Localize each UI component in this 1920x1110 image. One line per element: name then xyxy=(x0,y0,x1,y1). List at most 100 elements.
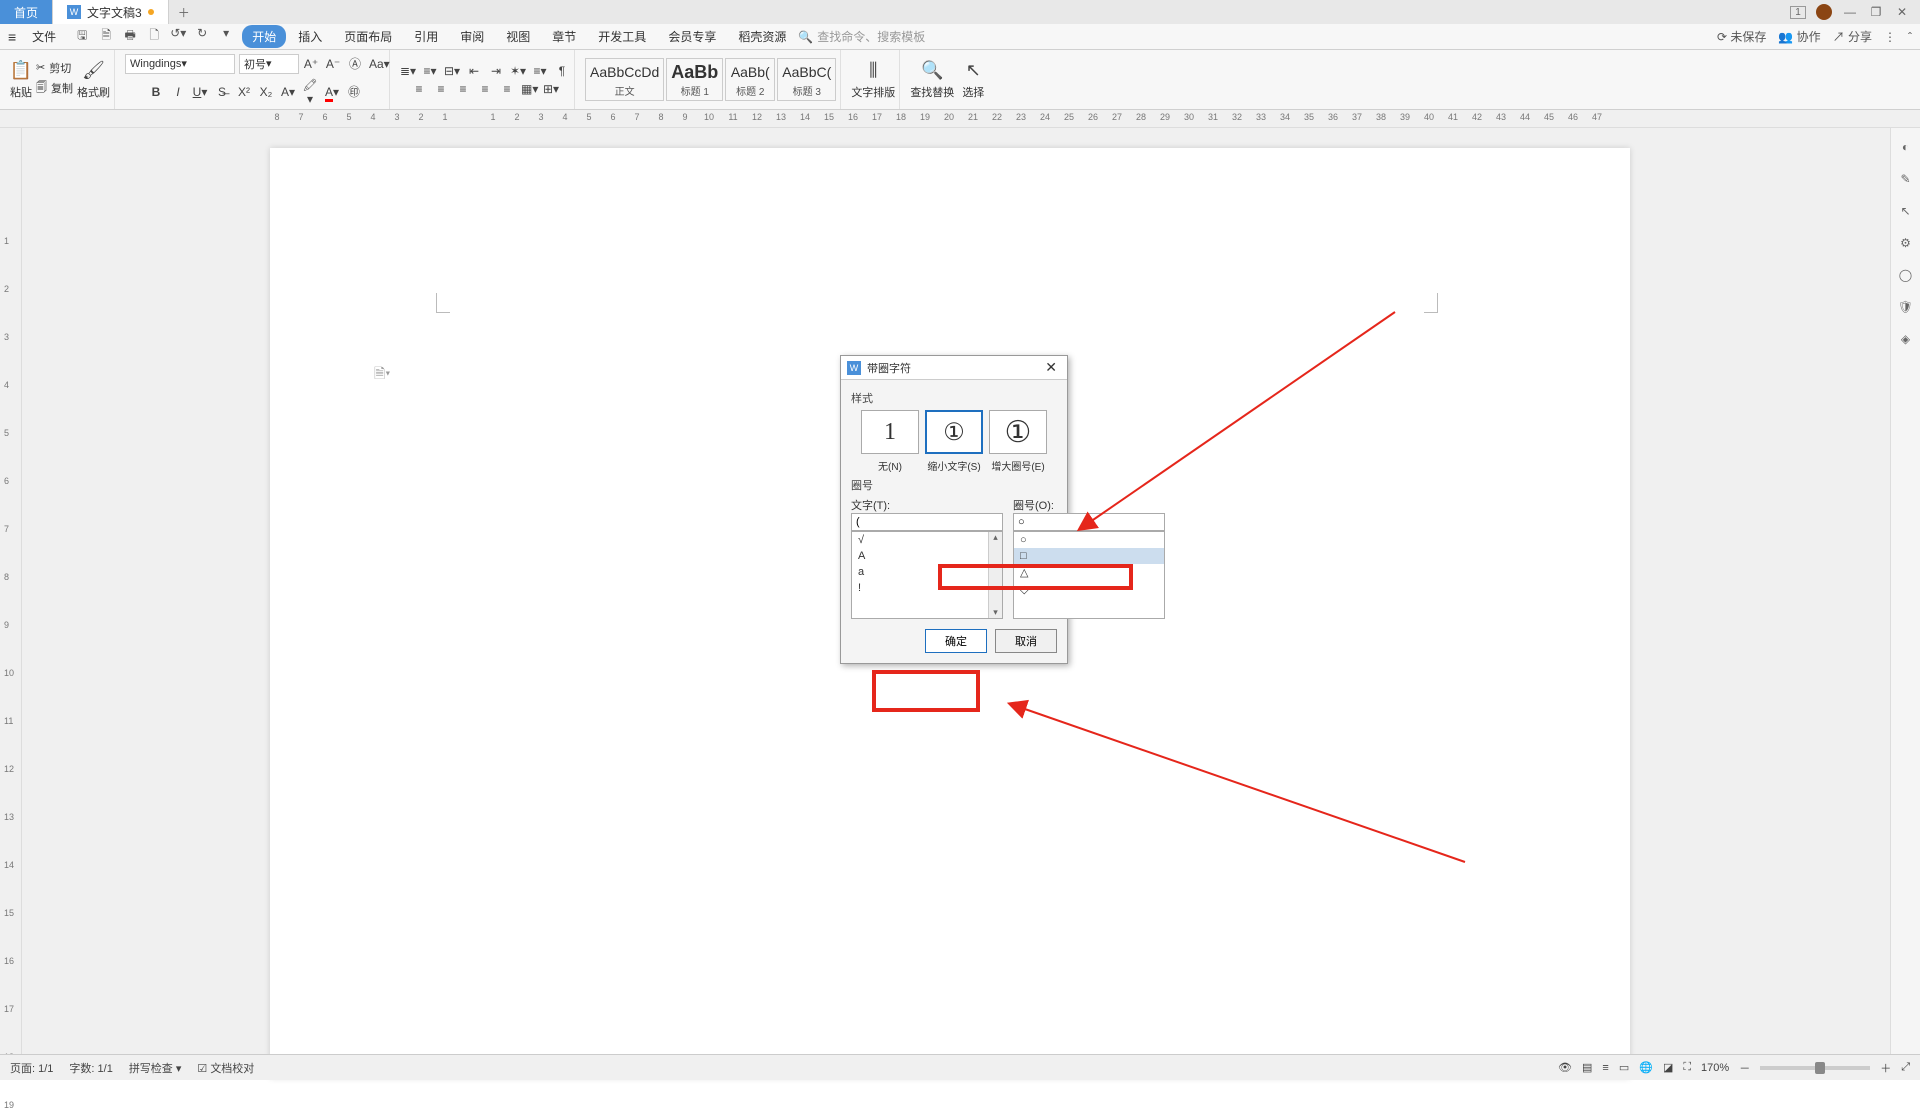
qat-preview-icon[interactable]: 🗋 xyxy=(146,26,162,47)
enclosure-list-item[interactable]: ◇ xyxy=(1014,581,1164,598)
align-justify-icon[interactable]: ≡ xyxy=(477,82,493,96)
fullscreen-icon[interactable]: ⤢ xyxy=(1901,1061,1910,1074)
qat-redo-icon[interactable]: ↻ xyxy=(194,26,210,47)
menu-chapter[interactable]: 章节 xyxy=(542,25,586,48)
cancel-button[interactable]: 取消 xyxy=(995,629,1057,653)
text-effect-icon[interactable]: A▾ xyxy=(280,85,296,99)
zoom-value[interactable]: 170% xyxy=(1701,1062,1729,1074)
view-read-icon[interactable]: ▭ xyxy=(1619,1061,1629,1074)
status-spellcheck[interactable]: 拼写检查 ▾ xyxy=(129,1060,182,1076)
menu-insert[interactable]: 插入 xyxy=(288,25,332,48)
dialog-close-icon[interactable]: ✕ xyxy=(1041,359,1061,376)
zoom-slider[interactable] xyxy=(1760,1066,1870,1070)
align-left-icon[interactable]: ≡ xyxy=(411,82,427,96)
zoom-in-icon[interactable]: ＋ xyxy=(1880,1060,1891,1076)
strike-icon[interactable]: S̶ xyxy=(214,85,230,99)
coop-label[interactable]: 👥 协作 xyxy=(1778,28,1820,45)
view-outline-icon[interactable]: ≡ xyxy=(1602,1062,1608,1074)
qat-print-icon[interactable]: 🖶 xyxy=(122,26,138,47)
horizontal-ruler[interactable]: 8765432112345678910111213141516171819202… xyxy=(0,110,1920,128)
text-input[interactable] xyxy=(851,513,1003,531)
text-list-item[interactable]: A xyxy=(852,548,1002,564)
italic-icon[interactable]: I xyxy=(170,85,186,99)
subscript-icon[interactable]: X₂ xyxy=(258,85,274,99)
menu-dev[interactable]: 开发工具 xyxy=(588,25,656,48)
enclose-char-icon[interactable]: ㊞ xyxy=(346,83,362,100)
view-print-icon[interactable]: ▤ xyxy=(1582,1061,1592,1074)
window-badge[interactable]: 1 xyxy=(1790,6,1806,19)
collapse-ribbon-icon[interactable]: ˆ xyxy=(1908,30,1912,44)
multilevel-icon[interactable]: ⊟▾ xyxy=(444,64,460,78)
paste-button[interactable]: 📋粘贴 xyxy=(10,60,32,100)
bullets-icon[interactable]: ≣▾ xyxy=(400,64,416,78)
menu-view[interactable]: 视图 xyxy=(496,25,540,48)
clear-format-icon[interactable]: Ⓐ xyxy=(347,55,363,72)
qat-saveas-icon[interactable]: 🗎 xyxy=(98,26,114,47)
indent-inc-icon[interactable]: ⇥ xyxy=(488,64,504,78)
more-icon[interactable]: ⋮ xyxy=(1884,30,1896,44)
menu-start[interactable]: 开始 xyxy=(242,25,286,48)
text-list-item[interactable]: a xyxy=(852,564,1002,580)
align-right-icon[interactable]: ≡ xyxy=(455,82,471,96)
para-mark-icon[interactable]: ¶ xyxy=(554,64,570,78)
menu-resource[interactable]: 稻壳资源 xyxy=(728,25,796,48)
ok-button[interactable]: 确定 xyxy=(925,629,987,653)
side-tool-2-icon[interactable]: ✎ xyxy=(1900,172,1910,186)
format-painter-button[interactable]: 🖌格式刷 xyxy=(77,60,110,100)
style-card-2[interactable]: AaBb(标题 2 xyxy=(725,58,775,101)
side-tool-5-icon[interactable]: ◯ xyxy=(1899,268,1912,282)
copy-button[interactable]: 🗐 复制 xyxy=(36,79,73,98)
menu-ref[interactable]: 引用 xyxy=(404,25,448,48)
unsaved-label[interactable]: ⟳ 未保存 xyxy=(1717,28,1766,45)
status-proofread[interactable]: ☑ 文档校对 xyxy=(197,1060,254,1076)
style-card-1[interactable]: AaBb标题 1 xyxy=(666,58,723,101)
style-option-1[interactable]: ①缩小文字(S) xyxy=(925,410,983,473)
enclosure-list-item[interactable]: □ xyxy=(1014,548,1164,564)
numbering-icon[interactable]: ≡▾ xyxy=(422,64,438,78)
find-replace-button[interactable]: 🔍查找替换 xyxy=(910,60,954,100)
new-tab-button[interactable]: ＋ xyxy=(169,0,199,24)
zoom-fit-icon[interactable]: ⛶ xyxy=(1683,1061,1691,1074)
superscript-icon[interactable]: X² xyxy=(236,85,252,99)
style-card-0[interactable]: AaBbCcDd正文 xyxy=(585,58,664,101)
vertical-ruler[interactable]: 12345678910111213141516171819 xyxy=(0,128,22,1054)
minimize-icon[interactable]: — xyxy=(1842,5,1858,19)
bold-icon[interactable]: B xyxy=(148,85,164,99)
text-list[interactable]: √Aa!▴▾ xyxy=(851,531,1003,619)
enclosure-list-item[interactable]: ○ xyxy=(1014,532,1164,548)
avatar[interactable] xyxy=(1816,4,1832,20)
align-center-icon[interactable]: ≡ xyxy=(433,82,449,96)
hamburger-icon[interactable]: ≡ xyxy=(8,29,16,45)
view-focus-icon[interactable]: ◪ xyxy=(1663,1061,1673,1074)
text-layout-button[interactable]: ⫼文字排版 xyxy=(851,60,895,100)
side-tool-6-icon[interactable]: 🛡 xyxy=(1898,300,1913,314)
style-card-3[interactable]: AaBbC(标题 3 xyxy=(777,58,836,101)
style-option-2[interactable]: ①增大圈号(E) xyxy=(989,410,1047,473)
enclosure-list[interactable]: ○□△◇ xyxy=(1013,531,1165,619)
shading-icon[interactable]: ▦▾ xyxy=(521,82,537,96)
cut-button[interactable]: ✂ 剪切 xyxy=(36,60,73,76)
underline-icon[interactable]: U▾ xyxy=(192,85,208,99)
qat-dropdown-icon[interactable]: ▾ xyxy=(218,26,234,47)
menu-review[interactable]: 审阅 xyxy=(450,25,494,48)
share-label[interactable]: ↗ 分享 xyxy=(1833,28,1872,45)
font-size-select[interactable]: 初号 ▾ xyxy=(239,54,299,74)
enclosure-input[interactable] xyxy=(1013,513,1165,531)
font-color-icon[interactable]: A▾ xyxy=(324,85,340,99)
close-icon[interactable]: ✕ xyxy=(1894,5,1910,19)
select-button[interactable]: ↖选择 xyxy=(962,60,984,100)
side-tool-4-icon[interactable]: ⚙ xyxy=(1900,236,1911,250)
menu-layout[interactable]: 页面布局 xyxy=(334,25,402,48)
indent-dec-icon[interactable]: ⇤ xyxy=(466,64,482,78)
command-search[interactable]: 🔍 查找命令、搜索模板 xyxy=(798,28,925,45)
change-case-icon[interactable]: Aa▾ xyxy=(369,57,385,71)
qat-save-icon[interactable]: 🖫 xyxy=(74,26,90,47)
status-page[interactable]: 页面: 1/1 xyxy=(10,1060,53,1076)
align-distribute-icon[interactable]: ≡ xyxy=(499,82,515,96)
tab-home[interactable]: 首页 xyxy=(0,0,53,24)
enclosure-list-item[interactable]: △ xyxy=(1014,564,1164,581)
menu-member[interactable]: 会员专享 xyxy=(658,25,726,48)
view-web-icon[interactable]: 🌐 xyxy=(1639,1061,1653,1074)
font-family-select[interactable]: Wingdings ▾ xyxy=(125,54,235,74)
shrink-font-icon[interactable]: A⁻ xyxy=(325,57,341,71)
